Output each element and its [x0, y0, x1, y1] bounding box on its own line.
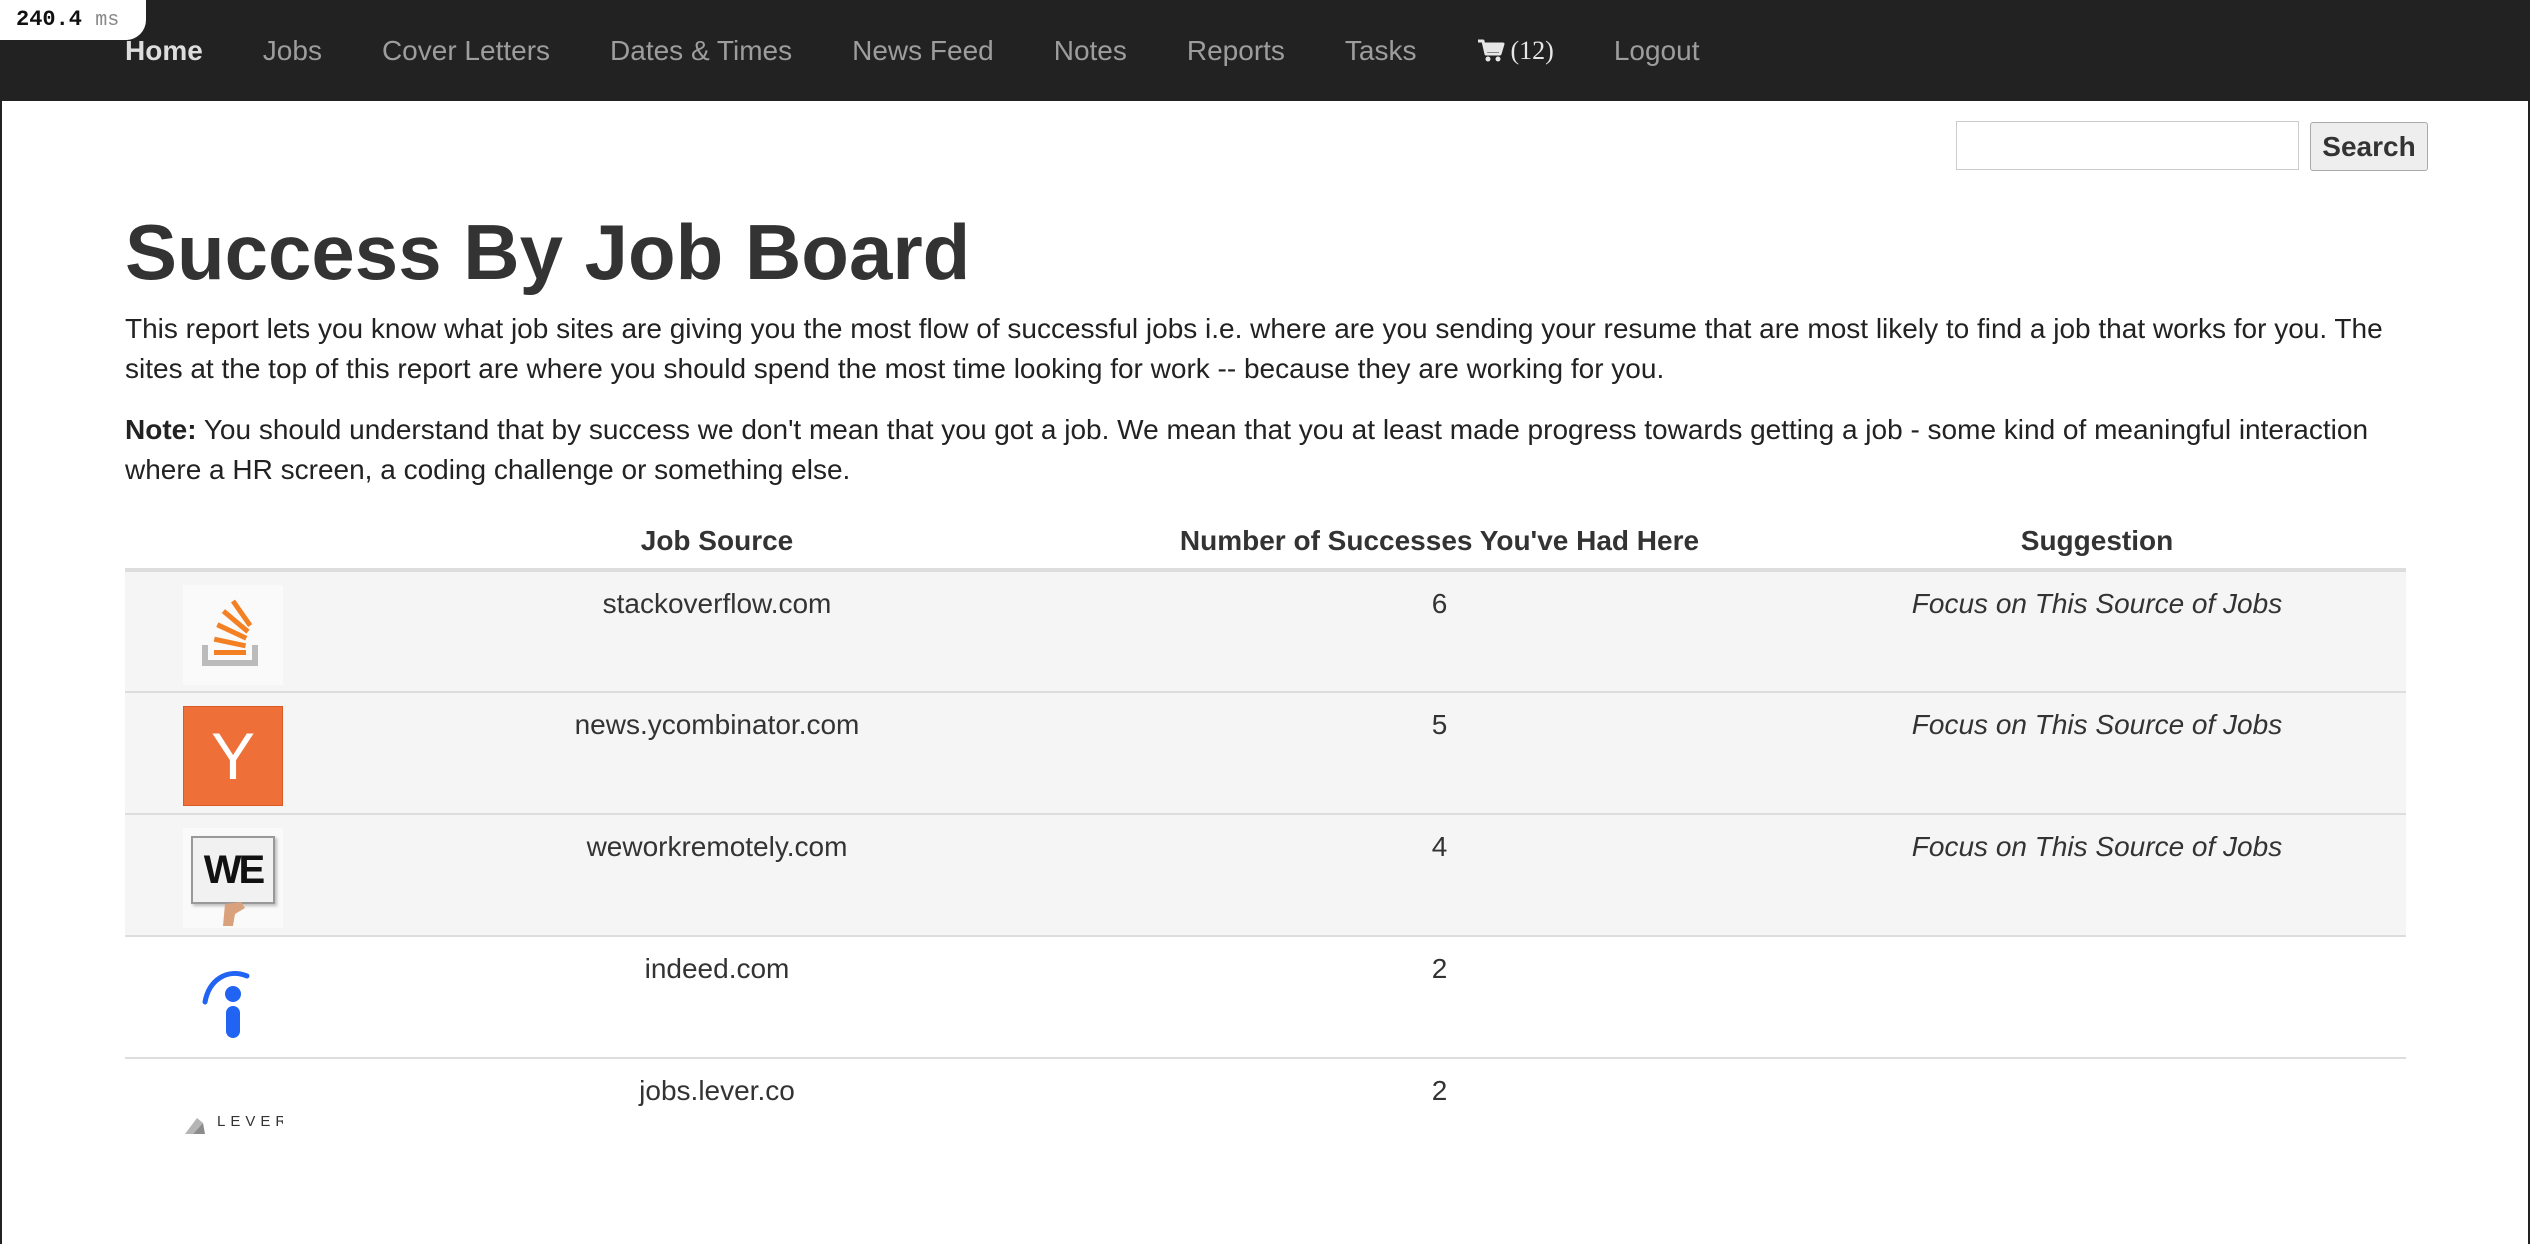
nav-jobs[interactable]: Jobs — [263, 35, 322, 67]
table-row: Y news.ycombinator.com 5 Focus on This S… — [125, 691, 2406, 814]
header-logo — [125, 513, 343, 572]
timing-unit: ms — [95, 9, 120, 32]
cart-icon — [1477, 39, 1504, 61]
job-source-cell: indeed.com — [343, 935, 1091, 1058]
report-note: Note: You should understand that by succ… — [125, 410, 2406, 490]
successes-cell: 4 — [1091, 813, 1788, 936]
job-source-cell: news.ycombinator.com — [343, 691, 1091, 814]
weworkremotely-logo: WE — [183, 828, 283, 928]
suggestion-cell: Focus on This Source of Jobs — [1788, 691, 2406, 814]
nav-notes[interactable]: Notes — [1054, 35, 1127, 67]
cart-count: (12) — [1510, 35, 1554, 65]
nav-cover-letters[interactable]: Cover Letters — [382, 35, 550, 67]
successes-cell: 2 — [1091, 935, 1788, 1058]
table-row: WE weworkremotely.com 4 Focus on This So… — [125, 813, 2406, 936]
page-title: Success By Job Board — [125, 208, 971, 296]
suggestion-cell: Focus on This Source of Jobs — [1788, 813, 2406, 936]
success-table: Job Source Number of Successes You've Ha… — [125, 513, 2406, 1180]
nav-tasks[interactable]: Tasks — [1345, 35, 1417, 67]
stackoverflow-logo — [183, 585, 283, 685]
successes-cell: 6 — [1091, 569, 1788, 692]
header-suggestion: Suggestion — [1788, 513, 2406, 572]
header-job-source: Job Source — [343, 513, 1091, 572]
nav-logout[interactable]: Logout — [1614, 35, 1700, 67]
suggestion-cell: Focus on This Source of Jobs — [1788, 569, 2406, 692]
nav-dates-times[interactable]: Dates & Times — [610, 35, 792, 67]
table-header-row: Job Source Number of Successes You've Ha… — [125, 513, 2406, 572]
table-row: stackoverflow.com 6 Focus on This Source… — [125, 569, 2406, 692]
lever-logo: LEVER — [183, 1072, 283, 1172]
top-navbar: Home Jobs Cover Letters Dates & Times Ne… — [0, 0, 2530, 101]
ycombinator-letter: Y — [210, 719, 256, 793]
ycombinator-logo: Y — [183, 706, 283, 806]
render-timing-badge: 240.4 ms — [0, 0, 146, 40]
nav-cart[interactable]: (12) — [1477, 36, 1554, 66]
report-description: This report lets you know what job sites… — [125, 313, 2383, 384]
note-text: You should understand that by success we… — [125, 414, 2369, 485]
timing-value: 240.4 — [16, 7, 83, 32]
suggestion-cell — [1788, 935, 2406, 1058]
nav-items: Home Jobs Cover Letters Dates & Times Ne… — [125, 0, 1759, 101]
nav-home[interactable]: Home — [125, 35, 203, 67]
nav-news-feed[interactable]: News Feed — [852, 35, 994, 67]
successes-cell: 5 — [1091, 691, 1788, 814]
indeed-logo — [183, 950, 283, 1050]
lever-text: LEVER — [217, 1113, 283, 1130]
window-frame-left — [0, 0, 2, 1244]
header-successes: Number of Successes You've Had Here — [1091, 513, 1788, 572]
suggestion-cell — [1788, 1057, 2406, 1180]
search-input[interactable] — [1956, 121, 2299, 170]
nav-reports[interactable]: Reports — [1187, 35, 1285, 67]
job-source-cell: stackoverflow.com — [343, 569, 1091, 692]
job-source-cell: jobs.lever.co — [343, 1057, 1091, 1180]
job-source-cell: weworkremotely.com — [343, 813, 1091, 936]
successes-cell: 2 — [1091, 1057, 1788, 1180]
note-label: Note: — [125, 414, 197, 445]
table-row: LEVER jobs.lever.co 2 — [125, 1057, 2406, 1180]
search-button[interactable]: Search — [2310, 122, 2428, 171]
table-row: indeed.com 2 — [125, 935, 2406, 1058]
